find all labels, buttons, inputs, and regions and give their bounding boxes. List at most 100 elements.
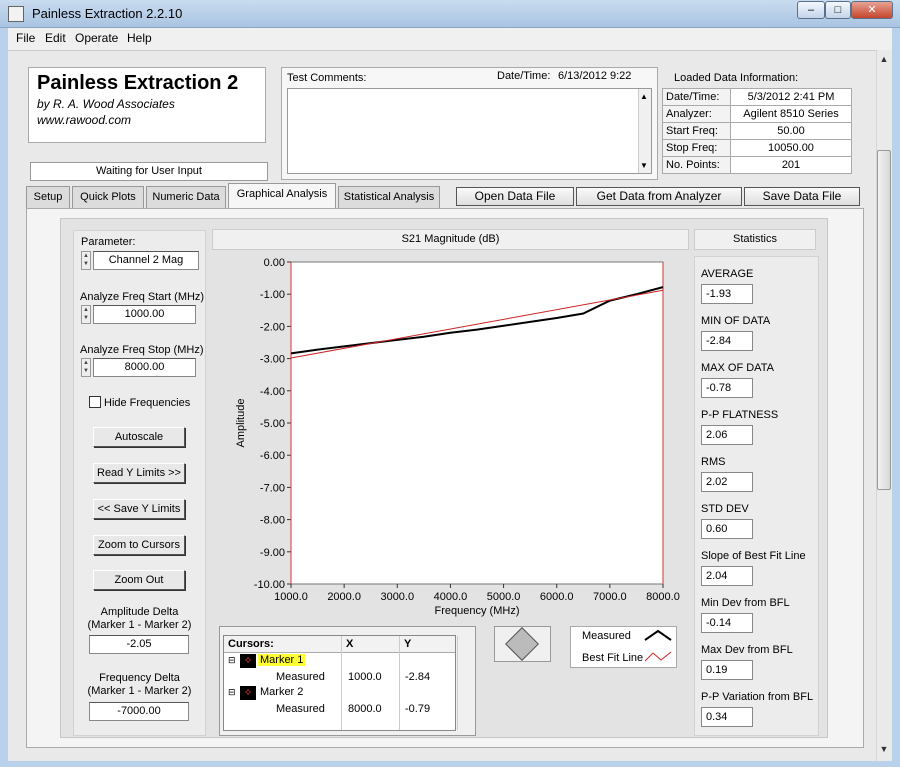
loaded-label: Date/Time: — [662, 88, 731, 106]
open-data-file-button[interactable]: Open Data File — [456, 187, 574, 206]
marker-2-x[interactable]: 8000.0 — [348, 703, 382, 715]
cursors-header-x: X — [346, 638, 354, 650]
datetime-value: 6/13/2012 9:22 — [558, 70, 632, 82]
y-tick-label: -3.00 — [260, 354, 285, 366]
marker-2-plot: Measured — [276, 703, 325, 715]
y-tick-label: -6.00 — [260, 450, 285, 462]
frequency-delta-value: -7000.00 — [89, 702, 189, 721]
scroll-down-arrow-icon[interactable]: ▼ — [877, 742, 891, 756]
close-button[interactable]: ✕ — [851, 1, 893, 19]
y-tick-label: -9.00 — [260, 547, 285, 559]
read-y-limits-button[interactable]: Read Y Limits >> — [93, 463, 185, 483]
save-data-file-button[interactable]: Save Data File — [744, 187, 860, 206]
chart-title: S21 Magnitude (dB) — [212, 229, 689, 250]
x-tick-label: 4000.0 — [434, 591, 468, 603]
x-tick-label: 2000.0 — [327, 591, 361, 603]
statistic-label: AVERAGE — [701, 268, 754, 280]
collapse-icon[interactable]: ⊟ — [228, 687, 236, 698]
marker-1-label[interactable]: Marker 1 — [258, 654, 306, 666]
window-title: Painless Extraction 2.2.10 — [32, 6, 183, 21]
status-text: Waiting for User Input — [30, 162, 268, 181]
x-tick-label: 5000.0 — [487, 591, 521, 603]
statistic-label: P-P Variation from BFL — [701, 691, 814, 703]
legend-bfl-swatch — [644, 651, 672, 662]
plot-area — [290, 261, 664, 585]
cursors-header-y: Y — [404, 638, 412, 650]
freq-start-input[interactable]: 1000.00 — [93, 305, 196, 324]
loaded-value: 50.00 — [730, 122, 852, 140]
menu-edit[interactable]: Edit — [45, 31, 66, 45]
marker-crosshair-icon: ✧ — [240, 686, 256, 700]
amplitude-delta-label: Amplitude Delta — [100, 606, 179, 618]
tab-graphical-analysis[interactable]: Graphical Analysis — [228, 183, 336, 208]
frequency-delta-label: Frequency Delta — [99, 672, 180, 684]
statistic-value: 0.34 — [701, 707, 753, 727]
statistic-label: Max Dev from BFL — [701, 644, 793, 656]
loaded-value: 201 — [730, 156, 852, 174]
marker-1-x[interactable]: 1000.0 — [348, 671, 382, 683]
parameter-label: Parameter: — [81, 236, 136, 248]
menu-help[interactable]: Help — [127, 31, 152, 45]
maximize-button[interactable]: □ — [825, 1, 851, 19]
y-tick-label: -5.00 — [260, 418, 285, 430]
get-data-from-analyzer-button[interactable]: Get Data from Analyzer — [576, 187, 742, 206]
x-tick-label: 8000.0 — [646, 591, 680, 603]
tab-setup[interactable]: Setup — [26, 186, 70, 208]
y-tick-label: -7.00 — [260, 482, 285, 494]
tab-statistical-analysis[interactable]: Statistical Analysis — [338, 186, 440, 208]
app-brand-title: Painless Extraction 2 — [37, 72, 239, 94]
statistic-label: Slope of Best Fit Line — [701, 550, 806, 562]
loaded-value: 5/3/2012 2:41 PM — [730, 88, 852, 106]
marker-2-y[interactable]: -0.79 — [405, 703, 430, 715]
y-tick-label: -4.00 — [260, 386, 285, 398]
zoom-out-button[interactable]: Zoom Out — [93, 570, 185, 590]
freq-stop-spinner-icon[interactable]: ▲ ▼ — [81, 358, 91, 377]
save-y-limits-button[interactable]: << Save Y Limits — [93, 499, 185, 519]
cursors-scrollbar[interactable] — [457, 636, 470, 730]
menu-operate[interactable]: Operate — [75, 31, 118, 45]
loaded-info-table: Date/Time: 5/3/2012 2:41 PM Analyzer: Agil… — [662, 88, 852, 174]
loaded-label: Stop Freq: — [662, 139, 731, 157]
cursors-col-divider — [341, 636, 342, 730]
scroll-thumb[interactable] — [877, 150, 891, 490]
autoscale-button[interactable]: Autoscale — [93, 427, 185, 447]
legend-bfl-label: Best Fit Line — [582, 652, 644, 664]
x-tick-label: 6000.0 — [540, 591, 574, 603]
loaded-label: Start Freq: — [662, 122, 731, 140]
freq-start-spinner-icon[interactable]: ▲ ▼ — [81, 305, 91, 324]
freq-start-label: Analyze Freq Start (MHz) — [80, 291, 205, 303]
zoom-to-cursors-button[interactable]: Zoom to Cursors — [93, 535, 185, 555]
hide-frequencies-checkbox[interactable] — [89, 396, 101, 408]
statistic-label: STD DEV — [701, 503, 749, 515]
freq-stop-input[interactable]: 8000.00 — [93, 358, 196, 377]
x-tick-label: 3000.0 — [380, 591, 414, 603]
comments-scroll-up-icon[interactable]: ▲ — [640, 92, 648, 101]
menu-file[interactable]: File — [16, 31, 35, 45]
statistic-value: -1.93 — [701, 284, 753, 304]
company-name: by R. A. Wood Associates — [37, 97, 175, 111]
marker-crosshair-icon: ✧ — [240, 654, 256, 668]
minimize-button[interactable]: – — [797, 1, 825, 19]
collapse-icon[interactable]: ⊟ — [228, 655, 236, 666]
marker-2-label[interactable]: Marker 2 — [260, 686, 303, 698]
comments-textarea[interactable] — [287, 88, 652, 174]
marker-1-plot: Measured — [276, 671, 325, 683]
parameter-select[interactable]: Channel 2 Mag — [93, 251, 199, 270]
tab-quick-plots[interactable]: Quick Plots — [72, 186, 144, 208]
x-tick-label: 1000.0 — [274, 591, 308, 603]
legend-measured-label: Measured — [582, 630, 631, 642]
comments-scroll-down-icon[interactable]: ▼ — [640, 161, 648, 170]
y-tick-label: -10.00 — [254, 579, 285, 591]
app-icon — [8, 6, 24, 22]
parameter-spinner-icon[interactable]: ▲ ▼ — [81, 251, 91, 270]
statistic-label: MIN OF DATA — [701, 315, 771, 327]
marker-1-y[interactable]: -2.84 — [405, 671, 430, 683]
loaded-info-heading: Loaded Data Information: — [674, 72, 799, 84]
x-axis-label: Frequency (MHz) — [435, 605, 520, 617]
tab-numeric-data[interactable]: Numeric Data — [146, 186, 226, 208]
scroll-up-arrow-icon[interactable]: ▲ — [877, 52, 891, 66]
x-tick-label: 7000.0 — [593, 591, 627, 603]
datetime-label: Date/Time: — [497, 70, 551, 82]
y-axis-label: Amplitude — [235, 399, 247, 448]
statistic-value: 2.06 — [701, 425, 753, 445]
